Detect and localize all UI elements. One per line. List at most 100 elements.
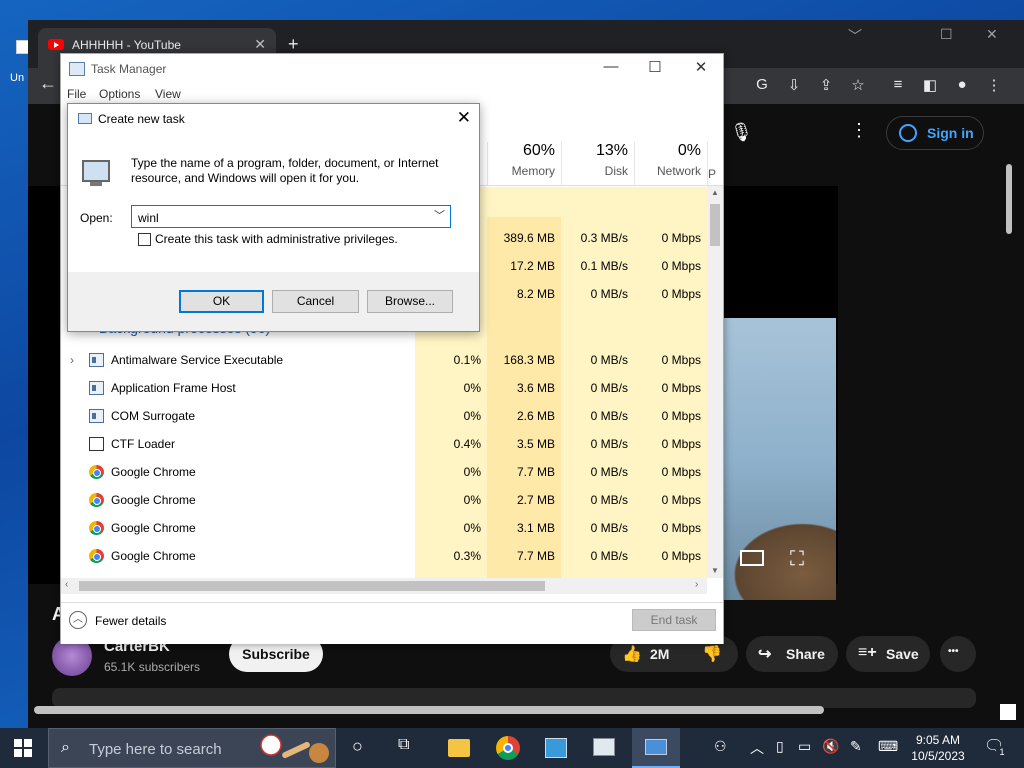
page-vertical-scrollbar[interactable] bbox=[1006, 164, 1012, 234]
scroll-up-icon[interactable]: ▲ bbox=[711, 188, 719, 197]
chrome-tab-search-icon[interactable]: ﹀ bbox=[848, 26, 862, 46]
column-disk[interactable]: 13% Disk bbox=[561, 142, 634, 186]
mic-icon[interactable]: 🎙 bbox=[730, 122, 753, 143]
power-header-label: P bbox=[708, 167, 717, 181]
like-count[interactable]: 2M bbox=[650, 646, 669, 662]
media-queue-icon[interactable]: ≡ bbox=[888, 76, 908, 93]
cancel-button[interactable]: Cancel bbox=[272, 290, 359, 313]
column-power[interactable]: P bbox=[707, 142, 723, 186]
network-header-label: Network bbox=[656, 164, 701, 178]
table-row[interactable]: Application Frame Host 0% 3.6 MB 0 MB/s 0 Mb… bbox=[61, 374, 709, 402]
column-memory[interactable]: 60% Memory bbox=[487, 142, 561, 186]
dialog-close-icon[interactable]: ✕ bbox=[457, 108, 471, 128]
windows-start-icon[interactable] bbox=[14, 739, 32, 757]
save-playlist-icon: ≡+ bbox=[858, 644, 877, 661]
dialog-title: Create new task bbox=[98, 112, 185, 126]
taskbar-chrome[interactable] bbox=[484, 728, 532, 768]
back-arrow-icon[interactable]: ← bbox=[38, 73, 58, 94]
theater-mode-icon[interactable] bbox=[740, 550, 764, 566]
table-row[interactable]: Google Chrome 0% 3.1 MB 0 MB/s 0 Mbps bbox=[61, 514, 709, 542]
pen-icon[interactable]: ✎ bbox=[850, 738, 862, 755]
table-row[interactable]: CTF Loader 0.4% 3.5 MB 0 MB/s 0 Mbps bbox=[61, 430, 709, 458]
share-page-icon[interactable]: ⇪ bbox=[816, 76, 836, 94]
keyboard-icon[interactable]: ⌨ bbox=[878, 738, 898, 755]
google-lens-icon[interactable]: G bbox=[752, 76, 772, 93]
end-task-button[interactable]: End task bbox=[632, 609, 716, 631]
menu-options[interactable]: Options bbox=[99, 87, 140, 101]
sign-in-button[interactable]: Sign in bbox=[886, 116, 984, 150]
show-hidden-icons-chevron-icon[interactable]: ︿ bbox=[750, 738, 764, 758]
network-icon[interactable]: ▭ bbox=[798, 738, 811, 755]
cortana-icon[interactable]: ○ bbox=[352, 736, 363, 757]
expand-chevron-icon[interactable]: › bbox=[70, 346, 74, 374]
fullscreen-icon[interactable]: ⛶ bbox=[790, 548, 804, 571]
side-panel-icon[interactable]: ◧ bbox=[920, 76, 940, 94]
desktop-icon-label: Un bbox=[10, 72, 25, 84]
admin-privileges-label[interactable]: Create this task with administrative pri… bbox=[155, 232, 398, 246]
volume-muted-icon[interactable]: 🔇 bbox=[822, 738, 839, 755]
chrome-close-button[interactable]: ✕ bbox=[986, 26, 998, 43]
share-button[interactable]: ↪ Share bbox=[746, 636, 838, 672]
taskbar-clock[interactable]: 9:05 AM 10/5/2023 bbox=[906, 732, 970, 764]
tm-vscroll-thumb[interactable] bbox=[710, 204, 720, 246]
profile-icon[interactable]: ● bbox=[952, 76, 972, 93]
tm-close-button[interactable]: ✕ bbox=[681, 58, 721, 76]
taskbar-file-explorer[interactable] bbox=[436, 728, 484, 768]
memory-percent: 60% bbox=[522, 142, 555, 159]
table-row[interactable]: Google Chrome 0% 2.7 MB 0 MB/s 0 Mbps bbox=[61, 486, 709, 514]
fewer-details-link[interactable]: Fewer details bbox=[95, 614, 166, 628]
save-button[interactable]: ≡+ Save bbox=[846, 636, 930, 672]
memory-header-label: Memory bbox=[511, 164, 555, 178]
chrome-restore-button[interactable]: ☐ bbox=[940, 26, 953, 43]
thumbs-down-icon[interactable]: 👎 bbox=[702, 644, 722, 664]
table-row[interactable]: Google Chrome 0% 7.7 MB 0 MB/s 0 Mbps bbox=[61, 458, 709, 486]
dialog-titlebar[interactable]: Create new task ✕ bbox=[68, 104, 479, 134]
notification-center[interactable]: 🗨 1 bbox=[984, 736, 1008, 758]
tab-close-icon[interactable]: ✕ bbox=[254, 36, 266, 53]
process-name: Antimalware Service Executable bbox=[111, 353, 284, 367]
tm-vertical-scrollbar[interactable]: ▲ ▼ bbox=[707, 186, 723, 578]
thumbs-up-icon[interactable]: 👍 bbox=[622, 644, 642, 664]
youtube-settings-icon[interactable]: ⋮ bbox=[850, 120, 868, 141]
taskbar-run-dialog[interactable] bbox=[632, 728, 680, 768]
memory-cell: 17.2 MB bbox=[510, 259, 555, 273]
bookmark-star-icon[interactable]: ☆ bbox=[848, 76, 868, 94]
menu-file[interactable]: File bbox=[67, 87, 86, 101]
baseball-doodle-icon[interactable] bbox=[259, 733, 331, 765]
share-label: Share bbox=[786, 646, 825, 662]
table-row[interactable]: Google Chrome 0.3% 7.7 MB 0 MB/s 0 Mbps bbox=[61, 542, 709, 570]
table-row[interactable]: › Antimalware Service Executable 0.1% 168.3… bbox=[61, 346, 709, 374]
open-input[interactable] bbox=[131, 205, 451, 228]
scroll-right-icon[interactable]: › bbox=[695, 579, 698, 590]
taskbar-task-manager[interactable] bbox=[580, 728, 628, 768]
scroll-down-icon[interactable]: ▼ bbox=[711, 566, 719, 575]
task-view-icon[interactable]: ⧉ bbox=[398, 736, 409, 754]
ok-button[interactable]: OK bbox=[179, 290, 264, 313]
description-box[interactable] bbox=[52, 688, 976, 708]
chrome-menu-icon[interactable]: ⋮ bbox=[984, 76, 1004, 94]
tm-maximize-button[interactable]: ☐ bbox=[635, 58, 675, 76]
more-actions-button[interactable]: ••• bbox=[940, 636, 976, 672]
task-manager-titlebar[interactable]: Task Manager — ☐ ✕ bbox=[61, 54, 723, 84]
tm-minimize-button[interactable]: — bbox=[591, 58, 631, 75]
taskbar-control-panel[interactable] bbox=[532, 728, 580, 768]
chevron-down-icon[interactable]: ﹀ bbox=[434, 207, 445, 223]
admin-privileges-checkbox[interactable] bbox=[138, 233, 151, 246]
browse-button[interactable]: Browse... bbox=[367, 290, 453, 313]
memory-cell: 168.3 MB bbox=[503, 353, 555, 367]
new-tab-button[interactable]: + bbox=[288, 34, 299, 55]
people-icon[interactable]: ⚇ bbox=[714, 738, 727, 755]
scroll-left-icon[interactable]: ‹ bbox=[65, 579, 68, 590]
taskbar-search-box[interactable]: ⌕ Type here to search bbox=[48, 728, 336, 768]
tm-horizontal-scrollbar[interactable]: ‹ › bbox=[61, 578, 707, 594]
table-row[interactable]: COM Surrogate 0% 2.6 MB 0 MB/s 0 Mbps bbox=[61, 402, 709, 430]
column-network[interactable]: 0% Network bbox=[634, 142, 707, 186]
battery-icon[interactable]: ▯ bbox=[776, 738, 784, 755]
process-name: Google Chrome bbox=[111, 549, 196, 563]
menu-view[interactable]: View bbox=[155, 87, 181, 101]
folder-icon bbox=[448, 739, 470, 757]
install-app-icon[interactable]: ⇩ bbox=[784, 76, 804, 94]
chevron-up-icon[interactable]: ︿ bbox=[69, 611, 87, 629]
page-horizontal-scrollbar[interactable] bbox=[34, 706, 824, 714]
tm-hscroll-thumb[interactable] bbox=[79, 581, 545, 591]
